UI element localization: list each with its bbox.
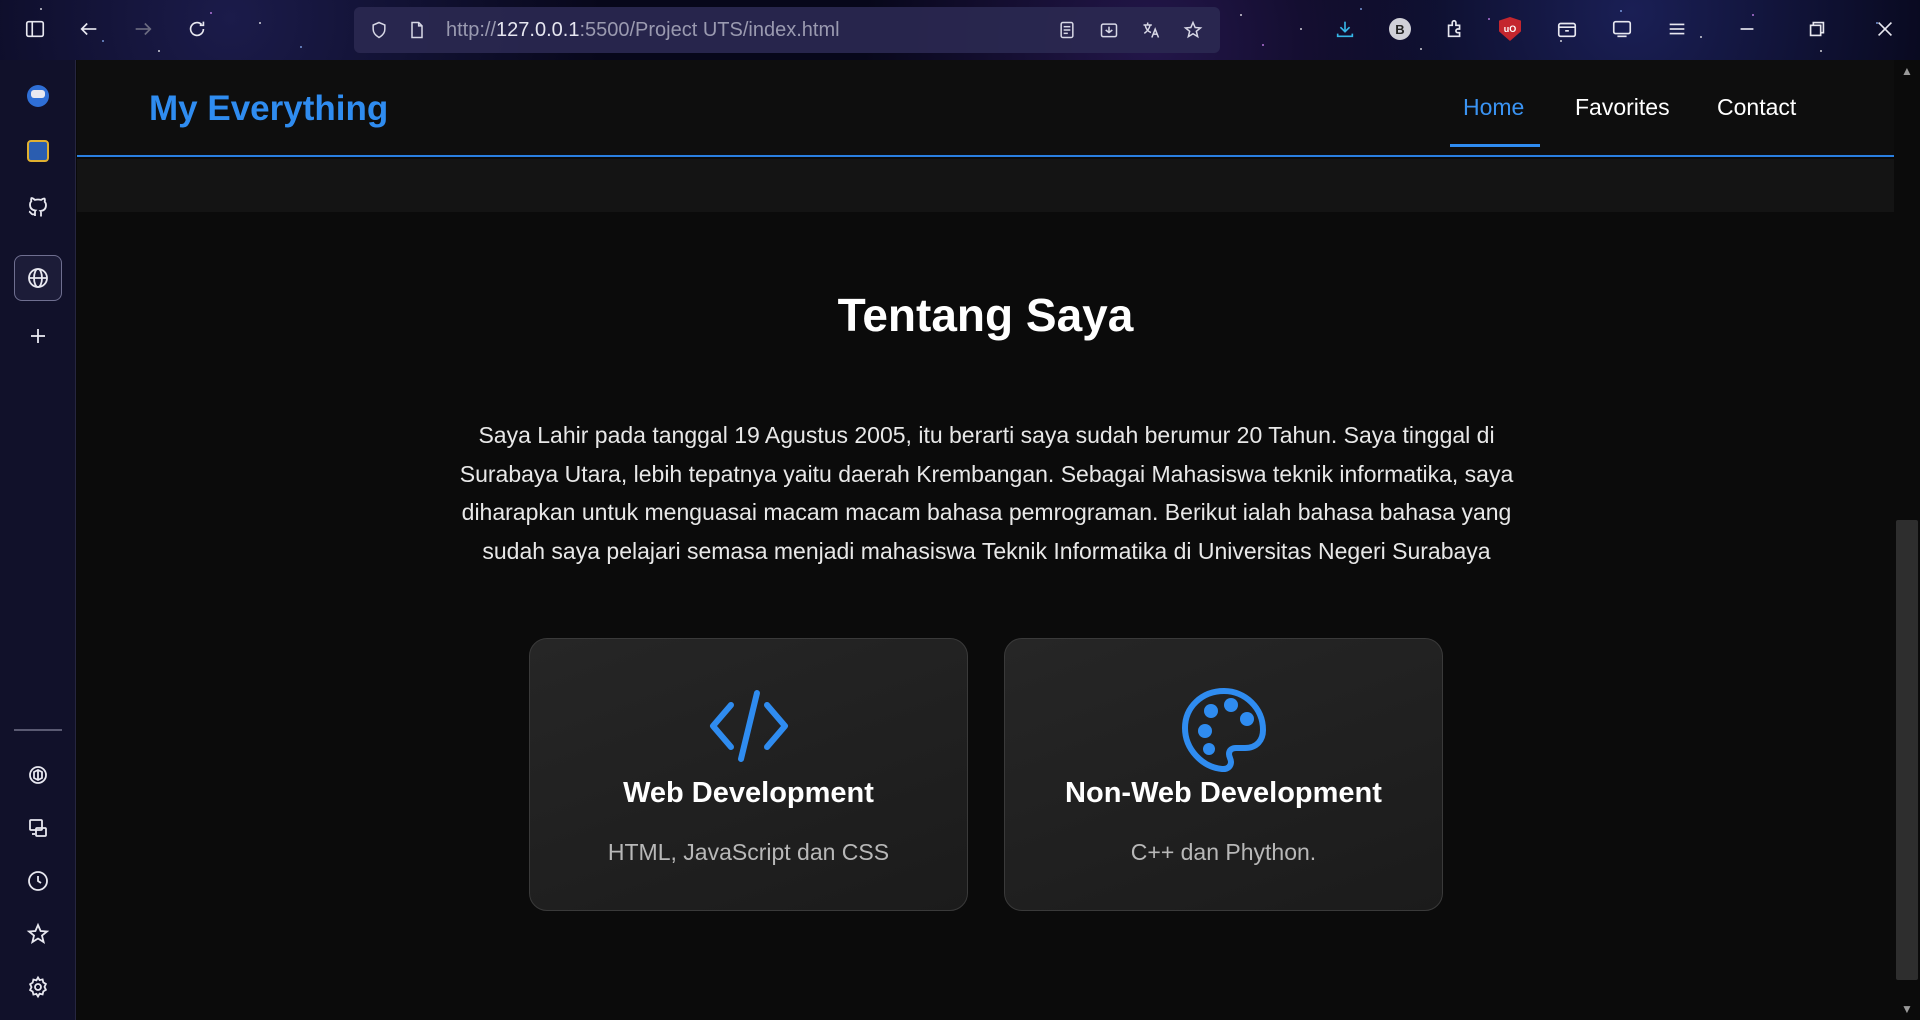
- nav-favorites-link[interactable]: Favorites: [1575, 94, 1670, 121]
- skill-card-title: Web Development: [623, 777, 874, 809]
- close-icon[interactable]: [1868, 12, 1902, 46]
- synced-tabs-icon[interactable]: [14, 805, 62, 851]
- sidebar-app-2-icon[interactable]: [14, 128, 62, 174]
- downloads-icon[interactable]: [1328, 12, 1362, 46]
- forward-icon[interactable]: [126, 12, 160, 46]
- containers-icon[interactable]: [1550, 12, 1584, 46]
- hero-bottom-band: [77, 159, 1894, 212]
- github-icon[interactable]: [14, 184, 62, 230]
- reload-icon[interactable]: [180, 12, 214, 46]
- scroll-down-arrow-icon[interactable]: ▼: [1896, 1000, 1918, 1018]
- ublock-icon[interactable]: uO: [1493, 12, 1527, 46]
- nav-contact-link[interactable]: Contact: [1717, 94, 1796, 121]
- settings-gear-icon[interactable]: [14, 964, 62, 1010]
- url-text[interactable]: http://127.0.0.1:5500/Project UTS/index.…: [446, 19, 1048, 42]
- sidebar-app-1-icon[interactable]: [14, 73, 62, 119]
- skill-card-desc: HTML, JavaScript dan CSS: [607, 839, 890, 865]
- palette-icon: [1005, 687, 1442, 773]
- about-title: Tentang Saya: [837, 289, 1134, 341]
- scroll-up-arrow-icon[interactable]: ▲: [1896, 62, 1918, 80]
- bookmarks-icon[interactable]: [14, 911, 62, 957]
- profile-badge-icon[interactable]: B: [1383, 12, 1417, 46]
- back-icon[interactable]: [72, 12, 106, 46]
- ai-chat-icon[interactable]: [14, 752, 62, 798]
- nav-home-link[interactable]: Home: [1463, 94, 1524, 121]
- browser-sidebar: [0, 60, 76, 1020]
- web-page: My Everything Home Favorites Contact Ten…: [77, 60, 1894, 1020]
- save-page-icon[interactable]: [1090, 7, 1128, 53]
- skill-card-non-web: Non-Web Development C++ dan Phython.: [1004, 638, 1443, 911]
- extensions-icon[interactable]: [1438, 12, 1472, 46]
- menu-icon[interactable]: [1660, 12, 1694, 46]
- bookmark-star-icon[interactable]: [1174, 7, 1212, 53]
- translate-icon[interactable]: [1132, 7, 1170, 53]
- page-icon[interactable]: [398, 7, 436, 53]
- scrollbar-thumb[interactable]: [1896, 520, 1918, 980]
- skill-card-web: Web Development HTML, JavaScript dan CSS: [529, 638, 968, 911]
- site-brand[interactable]: My Everything: [149, 89, 388, 129]
- add-panel-icon[interactable]: [14, 313, 62, 359]
- reader-view-icon[interactable]: [1048, 7, 1086, 53]
- minimize-icon[interactable]: [1730, 12, 1764, 46]
- restore-icon[interactable]: [1800, 12, 1834, 46]
- skill-card-desc: C++ dan Phython.: [1130, 839, 1317, 865]
- globe-icon[interactable]: [14, 255, 62, 301]
- sidebar-divider: [14, 729, 62, 731]
- tab-manager-icon[interactable]: [1605, 12, 1639, 46]
- skill-card-title: Non-Web Development: [1065, 777, 1382, 809]
- url-bar[interactable]: http://127.0.0.1:5500/Project UTS/index.…: [354, 7, 1220, 53]
- browser-toolbar: http://127.0.0.1:5500/Project UTS/index.…: [0, 0, 1920, 60]
- history-icon[interactable]: [14, 858, 62, 904]
- site-navbar: My Everything Home Favorites Contact: [77, 60, 1894, 157]
- code-icon: [530, 687, 967, 765]
- shield-icon[interactable]: [360, 7, 398, 53]
- about-text: Saya Lahir pada tanggal 19 Agustus 2005,…: [459, 422, 1514, 564]
- sidebar-toggle-icon[interactable]: [18, 12, 52, 46]
- nav-active-indicator: [1450, 144, 1540, 147]
